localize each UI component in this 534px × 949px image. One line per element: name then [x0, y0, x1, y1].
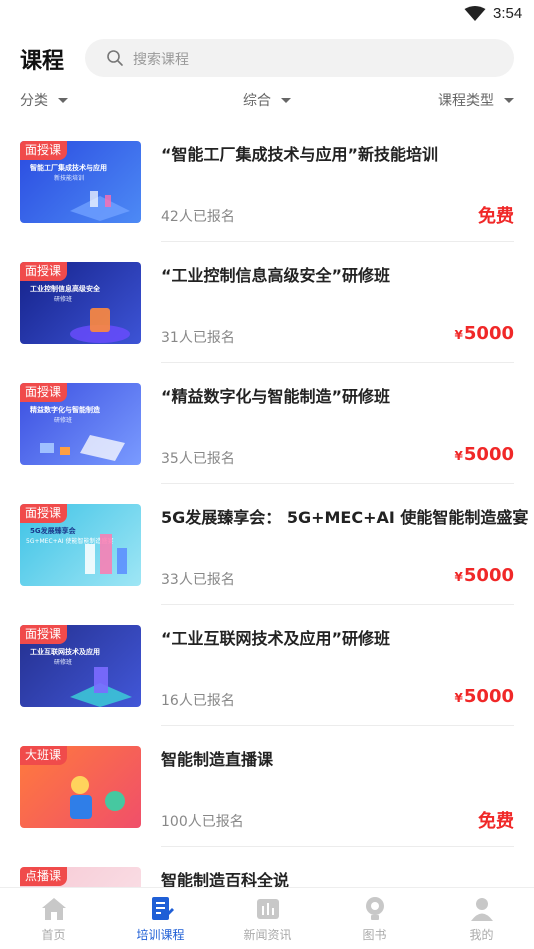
nav-label: 培训课程 [136, 928, 185, 942]
enrolled-count: 42人已报名 [161, 209, 235, 225]
nav-label: 首页 [41, 928, 66, 942]
enrolled-count: 35人已报名 [161, 451, 235, 467]
search-input[interactable]: 搜索课程 [85, 39, 514, 77]
course-type-tag: 面授课 [20, 141, 68, 160]
header: 课程 搜索课程 [0, 36, 534, 82]
course-price: ¥5000 [455, 444, 514, 465]
news-icon [257, 899, 279, 919]
nav-profile[interactable]: 我的 [428, 888, 534, 949]
course-type-tag: 面授课 [20, 262, 68, 281]
course-thumbnail: 智能工厂集成技术与应用 新技能培训 面授课 [20, 141, 141, 223]
enrolled-count: 33人已报名 [161, 572, 235, 588]
status-bar: 3:54 [0, 0, 534, 30]
profile-icon [471, 898, 493, 921]
course-type-tag: 面授课 [20, 383, 68, 402]
filter-category[interactable]: 分类 [20, 90, 68, 110]
thumbnail-title: 精益数字化与智能制造 [30, 406, 100, 414]
course-price: 免费 [478, 202, 514, 228]
currency-symbol: ¥ [454, 449, 463, 463]
course-title: “智能工厂集成技术与应用”新技能培训 [161, 145, 439, 164]
enrolled-count: 31人已报名 [161, 330, 235, 346]
thumbnail-title: 智能工厂集成技术与应用 [30, 164, 107, 172]
nav-home[interactable]: 首页 [0, 888, 107, 949]
security-illustration [70, 308, 130, 343]
course-type-tag: 面授课 [20, 504, 68, 523]
price-value: 免费 [478, 206, 514, 227]
price-value: 5000 [463, 565, 514, 586]
price-value: 5000 [463, 323, 514, 344]
course-item[interactable]: 大班课 智能制造直播课 100人已报名 免费 [0, 726, 534, 847]
nav-label: 图书 [362, 928, 387, 942]
caret-down-icon [58, 97, 68, 103]
manufacturing-illustration [40, 435, 125, 461]
course-list: 智能工厂集成技术与应用 新技能培训 面授课 “智能工厂集成技术与应用”新技能培训… [0, 121, 534, 887]
course-item[interactable]: 精益数字化与智能制造 研修班 面授课 “精益数字化与智能制造”研修班 35人已报… [0, 363, 534, 484]
nav-books[interactable]: 图书 [321, 888, 428, 949]
course-type-tag: 大班课 [20, 746, 68, 765]
factory-illustration [70, 191, 130, 221]
course-item[interactable]: 点播课 智能制造百科全说 [0, 847, 534, 887]
thumbnail-title: 工业控制信息高级安全 [30, 285, 100, 293]
course-title: 智能制造百科全说 [161, 871, 290, 887]
filter-label: 课程类型 [438, 93, 494, 109]
filter-sort[interactable]: 综合 [243, 90, 291, 110]
currency-symbol: ¥ [454, 328, 463, 342]
price-value: 5000 [463, 686, 514, 707]
nav-news[interactable]: 新闻资讯 [214, 888, 321, 949]
course-title: “精益数字化与智能制造”研修班 [161, 387, 391, 406]
price-value: 5000 [463, 444, 514, 465]
course-price: ¥5000 [455, 686, 514, 707]
filter-course-type[interactable]: 课程类型 [438, 90, 514, 110]
nav-label: 我的 [469, 928, 494, 942]
home-icon [42, 898, 66, 920]
course-title: “工业控制信息高级安全”研修班 [161, 266, 391, 285]
filter-bar: 分类 综合 课程类型 [0, 86, 534, 114]
thumbnail-title: 工业互联网技术及应用 [30, 648, 100, 656]
course-thumbnail: 大班课 [20, 746, 141, 828]
course-title: 智能制造直播课 [161, 750, 274, 769]
nav-courses[interactable]: 培训课程 [107, 888, 214, 949]
search-icon [107, 50, 123, 66]
live-class-illustration [70, 776, 125, 819]
course-thumbnail: 5G发展臻享会 5G+MEC+AI 使能智能制造盛宴 面授课 [20, 504, 141, 586]
course-item[interactable]: 工业控制信息高级安全 研修班 面授课 “工业控制信息高级安全”研修班 31人已报… [0, 242, 534, 363]
enrolled-count: 100人已报名 [161, 814, 244, 830]
course-title: 5G发展臻享会： 5G+MEC+AI 使能智能制造盛宴 [161, 508, 529, 527]
course-thumbnail: 工业互联网技术及应用 研修班 面授课 [20, 625, 141, 707]
currency-symbol: ¥ [454, 570, 463, 584]
filter-label: 分类 [20, 93, 48, 109]
industrial-internet-illustration [70, 667, 132, 707]
page-title: 课程 [20, 49, 65, 74]
filter-label: 综合 [243, 93, 271, 109]
course-thumbnail: 点播课 [20, 867, 141, 887]
course-price: ¥5000 [455, 323, 514, 344]
course-price: 免费 [478, 807, 514, 833]
course-title: “工业互联网技术及应用”研修班 [161, 629, 391, 648]
course-price: ¥5000 [455, 565, 514, 586]
book-icon [366, 897, 384, 920]
nav-label: 新闻资讯 [243, 928, 292, 942]
status-time: 3:54 [493, 5, 523, 22]
course-item[interactable]: 5G发展臻享会 5G+MEC+AI 使能智能制造盛宴 面授课 5G发展臻享会： … [0, 484, 534, 605]
course-item[interactable]: 工业互联网技术及应用 研修班 面授课 “工业互联网技术及应用”研修班 16人已报… [0, 605, 534, 726]
course-type-tag: 点播课 [20, 867, 68, 886]
course-thumbnail: 工业控制信息高级安全 研修班 面授课 [20, 262, 141, 344]
price-value: 免费 [478, 811, 514, 832]
currency-symbol: ¥ [454, 691, 463, 705]
course-item[interactable]: 智能工厂集成技术与应用 新技能培训 面授课 “智能工厂集成技术与应用”新技能培训… [0, 121, 534, 242]
wifi-icon [464, 6, 486, 21]
5g-city-illustration [85, 534, 127, 574]
enrolled-count: 16人已报名 [161, 693, 235, 709]
course-thumbnail: 精益数字化与智能制造 研修班 面授课 [20, 383, 141, 465]
caret-down-icon [281, 97, 291, 103]
course-icon [152, 897, 174, 920]
course-type-tag: 面授课 [20, 625, 68, 644]
caret-down-icon [504, 97, 514, 103]
search-placeholder: 搜索课程 [133, 52, 189, 68]
bottom-nav: 首页 培训课程 新闻资讯 图书 我的 [0, 887, 534, 949]
